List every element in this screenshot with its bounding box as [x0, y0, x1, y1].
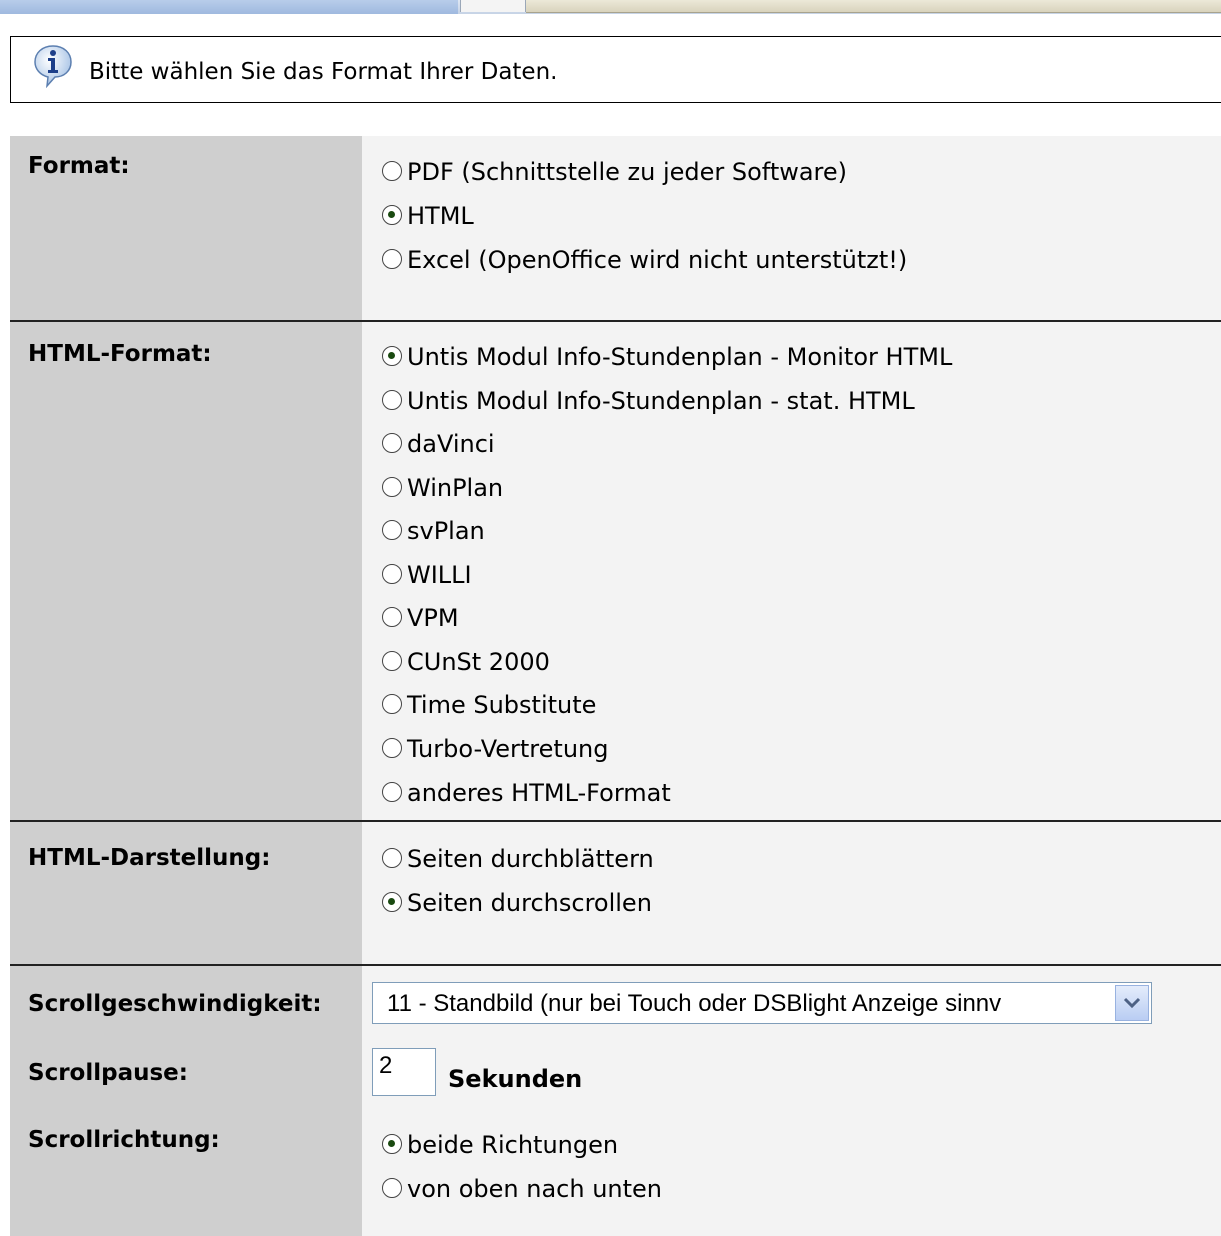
title-bar-segment [0, 0, 458, 14]
scroll-direction-option-top-down[interactable]: von oben nach unten [382, 1174, 662, 1204]
radio-checked-icon[interactable] [382, 205, 402, 225]
html-format-option-cunst[interactable]: CUnSt 2000 [382, 647, 550, 677]
html-display-row: HTML-Darstellung: Seiten durchblättern S… [10, 822, 1221, 964]
format-option-pdf[interactable]: PDF (Schnittstelle zu jeder Software) [382, 157, 847, 187]
html-display-option-scrolling[interactable]: Seiten durchscrollen [382, 888, 652, 918]
html-format-option-vpm[interactable]: VPM [382, 603, 459, 633]
option-label: VPM [407, 604, 459, 632]
html-format-option-turbo-vertretung[interactable]: Turbo-Vertretung [382, 734, 608, 764]
html-format-option-other[interactable]: anderes HTML-Format [382, 778, 671, 808]
scroll-direction-option-both[interactable]: beide Richtungen [382, 1130, 618, 1160]
option-label: PDF (Schnittstelle zu jeder Software) [407, 158, 848, 186]
scroll-direction-label: Scrollrichtung: [28, 1127, 220, 1153]
radio-checked-icon[interactable] [382, 892, 402, 912]
option-label: svPlan [407, 517, 485, 545]
radio-icon[interactable] [382, 520, 402, 540]
scroll-speed-label: Scrollgeschwindigkeit: [28, 991, 322, 1017]
radio-icon[interactable] [382, 694, 402, 714]
html-format-option-untis-static[interactable]: Untis Modul Info-Stundenplan - stat. HTM… [382, 386, 915, 416]
option-label: Excel (OpenOffice wird nicht unterstützt… [407, 246, 908, 274]
radio-icon[interactable] [382, 607, 402, 627]
radio-icon[interactable] [382, 477, 402, 497]
html-display-option-paging[interactable]: Seiten durchblättern [382, 844, 654, 874]
info-message: Bitte wählen Sie das Format Ihrer Daten. [89, 59, 558, 85]
info-icon [34, 45, 72, 88]
format-option-html[interactable]: HTML [382, 201, 474, 231]
option-label: Turbo-Vertretung [407, 735, 609, 763]
info-box: Bitte wählen Sie das Format Ihrer Daten. [10, 36, 1221, 103]
option-label: Seiten durchblättern [407, 845, 654, 873]
html-format-option-willi[interactable]: WILLI [382, 560, 472, 590]
format-label: Format: [28, 153, 130, 179]
option-label: anderes HTML-Format [407, 779, 671, 807]
option-label: Untis Modul Info-Stundenplan - Monitor H… [407, 343, 953, 371]
html-format-option-davinci[interactable]: daVinci [382, 429, 495, 459]
browser-top-strip [0, 0, 1221, 14]
radio-checked-icon[interactable] [382, 346, 402, 366]
radio-checked-icon[interactable] [382, 1134, 402, 1154]
radio-icon[interactable] [382, 564, 402, 584]
dropdown-button[interactable] [1115, 985, 1149, 1021]
scroll-speed-selected-value: 11 - Standbild (nur bei Touch oder DSBli… [387, 990, 1002, 1017]
option-label: beide Richtungen [407, 1131, 619, 1159]
format-option-excel[interactable]: Excel (OpenOffice wird nicht unterstützt… [382, 245, 907, 275]
radio-icon[interactable] [382, 249, 402, 269]
scroll-pause-unit: Sekunden [448, 1065, 583, 1093]
option-label: CUnSt 2000 [407, 648, 550, 676]
radio-icon[interactable] [382, 161, 402, 181]
scroll-pause-input[interactable]: 2 [372, 1048, 436, 1096]
scroll-pause-label: Scrollpause: [28, 1060, 188, 1086]
radio-icon[interactable] [382, 848, 402, 868]
html-format-label-cell [10, 322, 362, 820]
radio-icon[interactable] [382, 390, 402, 410]
html-format-option-time-substitute[interactable]: Time Substitute [382, 690, 596, 720]
option-label: Time Substitute [407, 691, 597, 719]
tab-segment [460, 0, 526, 12]
html-format-option-svplan[interactable]: svPlan [382, 516, 485, 546]
option-label: WILLI [407, 561, 472, 589]
option-label: Seiten durchscrollen [407, 889, 652, 917]
chevron-down-icon [1123, 997, 1141, 1009]
option-label: HTML [407, 202, 474, 230]
option-label: von oben nach unten [407, 1175, 663, 1203]
html-format-row: HTML-Format: Untis Modul Info-Stundenpla… [10, 322, 1221, 820]
radio-icon[interactable] [382, 433, 402, 453]
format-row: Format: PDF (Schnittstelle zu jeder Soft… [10, 136, 1221, 320]
option-label: Untis Modul Info-Stundenplan - stat. HTM… [407, 387, 915, 415]
html-format-label: HTML-Format: [28, 341, 212, 367]
option-label: WinPlan [407, 474, 504, 502]
radio-icon[interactable] [382, 651, 402, 671]
html-display-label: HTML-Darstellung: [28, 845, 271, 871]
radio-icon[interactable] [382, 738, 402, 758]
scroll-speed-select[interactable]: 11 - Standbild (nur bei Touch oder DSBli… [372, 982, 1152, 1024]
html-format-option-untis-monitor[interactable]: Untis Modul Info-Stundenplan - Monitor H… [382, 342, 952, 372]
html-format-option-winplan[interactable]: WinPlan [382, 473, 503, 503]
toolbar-segment [526, 0, 1221, 13]
radio-icon[interactable] [382, 782, 402, 802]
option-label: daVinci [407, 430, 495, 458]
radio-icon[interactable] [382, 1178, 402, 1198]
